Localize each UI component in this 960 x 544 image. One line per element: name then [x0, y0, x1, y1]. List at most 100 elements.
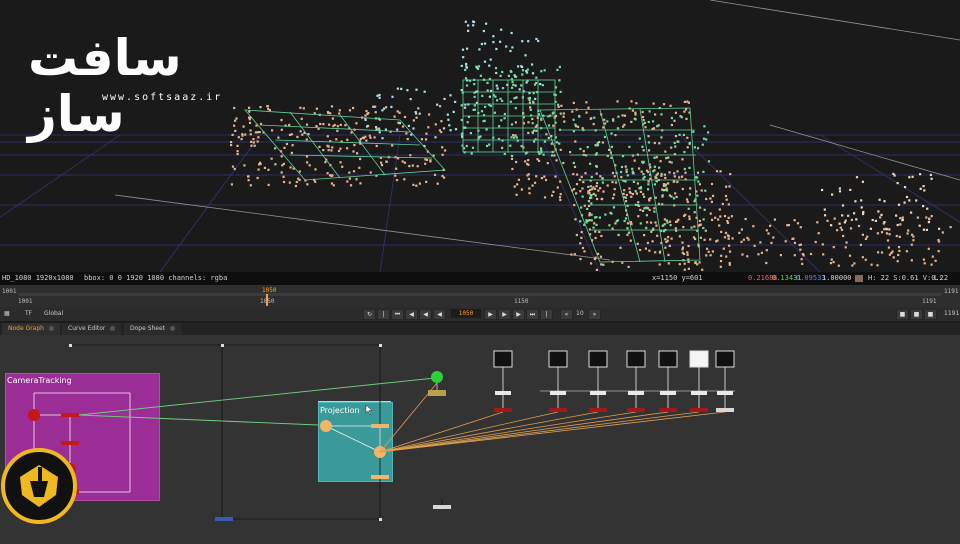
node-transform[interactable] — [590, 391, 606, 395]
last-frame-icon[interactable]: ⏭ — [526, 309, 539, 320]
3d-viewer[interactable]: سافت ساز www.softsaaz.ir — [0, 0, 960, 272]
cloud-point — [539, 83, 542, 86]
node-transform[interactable] — [691, 391, 707, 395]
cloud-point — [443, 176, 446, 179]
cloud-point — [586, 146, 589, 149]
cloud-point — [601, 141, 604, 144]
cloud-point — [628, 145, 631, 148]
node-card[interactable] — [659, 408, 677, 412]
node-projection-small[interactable] — [371, 475, 389, 479]
node-transform[interactable] — [628, 391, 644, 395]
cloud-point — [391, 144, 394, 147]
reader-thumbnail[interactable] — [689, 350, 709, 368]
cloud-point — [864, 237, 868, 240]
node-card[interactable] — [589, 408, 607, 412]
tab-dope-sheet[interactable]: Dope Sheet — [124, 323, 182, 335]
node-card[interactable] — [494, 408, 512, 412]
node-card[interactable] — [549, 408, 567, 412]
cloud-point — [556, 68, 559, 71]
first-frame-icon[interactable]: ⏮ — [391, 309, 404, 320]
reader-thumbnail[interactable] — [715, 350, 735, 368]
cloud-point — [592, 192, 595, 195]
close-icon[interactable] — [110, 326, 116, 331]
cloud-point — [485, 128, 488, 131]
cloud-point — [521, 40, 524, 43]
cloud-point — [698, 206, 702, 209]
tab-curve-editor[interactable]: Curve Editor — [62, 323, 122, 335]
node-scene[interactable] — [431, 371, 443, 383]
timeline-track[interactable] — [18, 293, 942, 296]
viewer-option-icon[interactable]: ■ — [896, 309, 909, 320]
close-icon[interactable] — [48, 326, 54, 331]
node-graph[interactable]: CameraTracking Projection — [0, 335, 960, 544]
pipe — [379, 411, 559, 453]
viewer-option-icon[interactable]: ■ — [924, 309, 937, 320]
node-camera-small[interactable] — [61, 441, 79, 445]
cloud-point — [899, 217, 902, 220]
node-camera[interactable] — [28, 409, 40, 421]
cloud-point — [910, 211, 913, 214]
cloud-point — [294, 184, 297, 188]
step-forward-icon[interactable]: ▶ — [498, 309, 511, 320]
node-card[interactable] — [716, 408, 734, 412]
out-point-icon[interactable]: | — [540, 309, 553, 320]
node-projection-camera[interactable] — [320, 420, 332, 432]
cloud-point — [674, 111, 677, 114]
cloud-point — [838, 222, 841, 225]
node-card[interactable] — [690, 408, 708, 412]
reader-thumbnail[interactable] — [493, 350, 513, 368]
loop-icon[interactable]: ↻ — [363, 309, 376, 320]
cloud-point — [643, 207, 646, 210]
cloud-point — [420, 138, 423, 141]
cloud-point — [684, 213, 687, 216]
cloud-point — [559, 112, 562, 115]
cloud-point — [259, 106, 262, 109]
node-card[interactable] — [627, 408, 645, 412]
node-projection-small[interactable] — [371, 424, 389, 428]
global-dropdown[interactable]: Global — [44, 310, 63, 317]
cloud-point — [897, 203, 901, 206]
prev-keyframe-icon[interactable]: ◀ — [405, 309, 418, 320]
node-transform[interactable] — [495, 391, 511, 395]
cloud-point — [562, 161, 565, 165]
play-backward-icon[interactable]: ◀ — [433, 309, 446, 320]
cloud-point — [628, 190, 631, 194]
reader-thumbnail[interactable] — [658, 350, 678, 368]
node-camera-small[interactable] — [61, 413, 79, 417]
cloud-point — [429, 160, 432, 163]
cloud-point — [675, 195, 678, 198]
tf-dropdown[interactable]: TF — [25, 310, 32, 317]
cloud-point — [515, 160, 518, 164]
in-point-icon[interactable]: | — [377, 309, 390, 320]
fps-icon[interactable]: ▦ — [4, 310, 10, 317]
node-transform[interactable] — [717, 391, 733, 395]
cloud-point — [484, 105, 487, 108]
cloud-point — [527, 131, 530, 134]
node-transform[interactable] — [660, 391, 676, 395]
cloud-point — [359, 182, 362, 185]
reader-thumbnail[interactable] — [626, 350, 646, 368]
skip-forward-icon[interactable]: » — [588, 309, 601, 320]
cloud-point — [305, 123, 309, 126]
skip-back-icon[interactable]: « — [560, 309, 573, 320]
cloud-point — [533, 129, 536, 132]
cloud-point — [592, 226, 595, 229]
cloud-point — [501, 146, 504, 149]
cloud-point — [477, 65, 481, 68]
cloud-point — [718, 224, 721, 227]
node-dot[interactable] — [433, 505, 451, 509]
next-keyframe-icon[interactable]: ▶ — [512, 309, 525, 320]
frame-input[interactable]: 1050 — [451, 309, 481, 318]
tab-node-graph[interactable]: Node Graph — [2, 323, 60, 335]
close-icon[interactable] — [170, 326, 176, 331]
node-transform[interactable] — [550, 391, 566, 395]
node-scene-render[interactable] — [428, 390, 446, 396]
step-back-icon[interactable]: ◀ — [419, 309, 432, 320]
timeline[interactable]: 1001 1050 1001 1050 1150 1191 1191 — [0, 285, 960, 308]
step-increment[interactable]: 10 — [576, 310, 584, 317]
viewer-option-icon[interactable]: ■ — [910, 309, 923, 320]
reader-thumbnail[interactable] — [548, 350, 568, 368]
node-write[interactable] — [215, 517, 233, 521]
play-forward-icon[interactable]: ▶ — [484, 309, 497, 320]
reader-thumbnail[interactable] — [588, 350, 608, 368]
